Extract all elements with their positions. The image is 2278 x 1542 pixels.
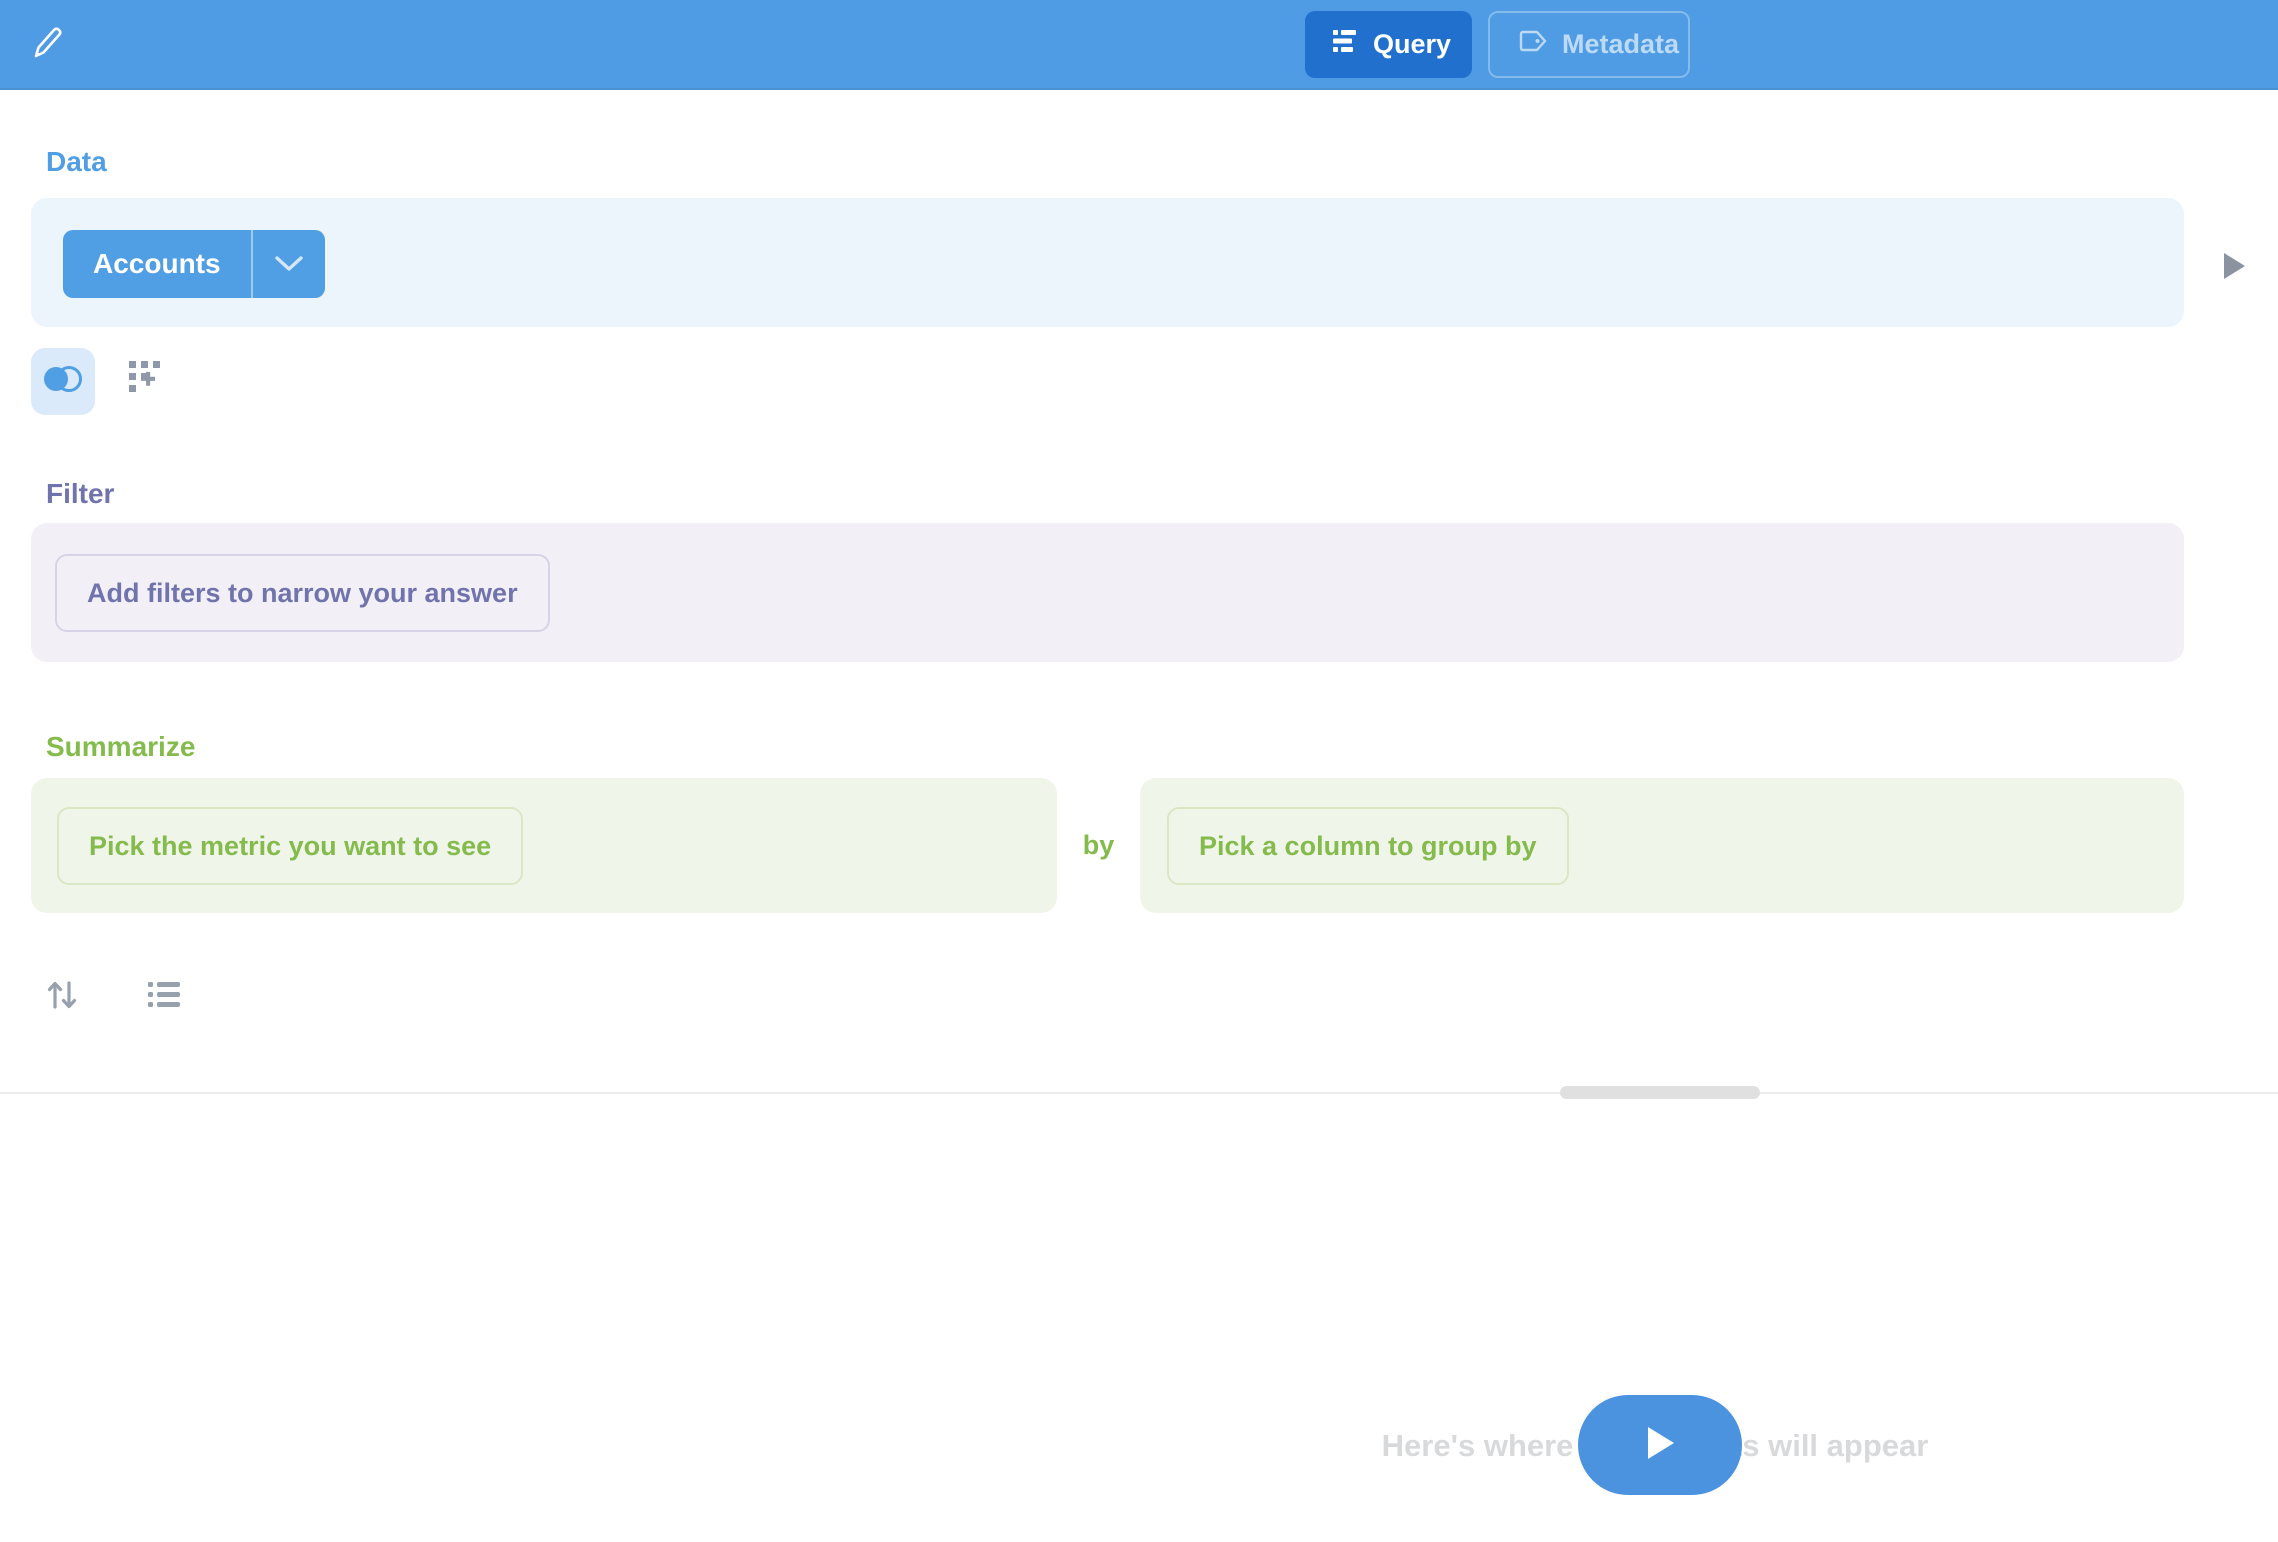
play-icon: [1643, 1424, 1677, 1467]
data-step-card: Accounts: [31, 198, 2184, 327]
filter-step-card: Add filters to narrow your answer: [31, 523, 2184, 662]
add-filter-button[interactable]: Add filters to narrow your answer: [55, 554, 550, 632]
data-section-label: Data: [46, 146, 107, 178]
resize-drag-handle[interactable]: [1560, 1086, 1760, 1099]
pick-metric-button[interactable]: Pick the metric you want to see: [57, 807, 523, 885]
summarize-section-label: Summarize: [46, 731, 195, 763]
notebook-editor: Query Metadata Data Accounts: [0, 0, 2278, 1542]
tab-metadata[interactable]: Metadata: [1488, 11, 1690, 78]
pick-groupby-column-button[interactable]: Pick a column to group by: [1167, 807, 1569, 885]
visualize-run-button[interactable]: [1578, 1395, 1742, 1495]
tab-query-label: Query: [1373, 29, 1451, 60]
chevron-down-icon[interactable]: [253, 230, 325, 298]
row-limit-list-icon: [147, 980, 181, 1015]
data-source-name[interactable]: Accounts: [63, 230, 253, 298]
join-venn-icon: [42, 363, 84, 400]
notebook-list-icon: [1333, 29, 1359, 60]
filter-section-label: Filter: [46, 478, 114, 510]
tag-icon: [1518, 29, 1548, 60]
custom-column-button[interactable]: [122, 356, 174, 408]
tab-query[interactable]: Query: [1305, 11, 1472, 78]
row-limit-step-button[interactable]: [142, 975, 186, 1019]
run-preview-triangle-icon[interactable]: [2212, 244, 2256, 288]
join-data-button[interactable]: [31, 348, 95, 415]
edit-pencil-icon[interactable]: [30, 25, 64, 63]
data-source-button[interactable]: Accounts: [63, 230, 325, 298]
sort-icon: [45, 979, 79, 1016]
results-divider: [0, 1092, 2278, 1094]
summarize-metric-card: Pick the metric you want to see: [31, 778, 1057, 913]
by-label: by: [1057, 778, 1140, 913]
tab-metadata-label: Metadata: [1562, 29, 1679, 60]
sort-step-button[interactable]: [40, 975, 84, 1019]
top-bar: Query Metadata: [0, 0, 2278, 90]
summarize-groupby-card: Pick a column to group by: [1140, 778, 2184, 913]
custom-column-icon: [127, 359, 169, 406]
